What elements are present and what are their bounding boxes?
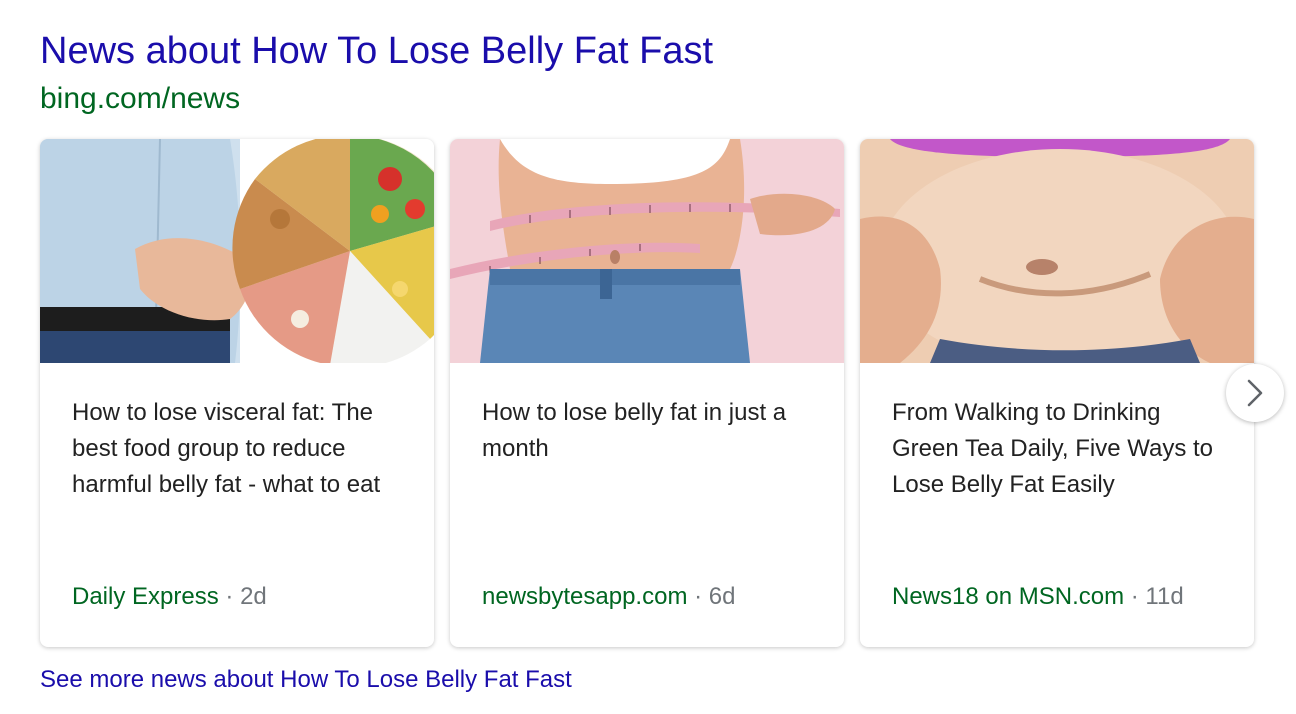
news-card-3-age: 11d [1145, 583, 1184, 610]
news-source-url: bing.com/news [40, 82, 241, 115]
news-card-3-meta: News18 on MSN.com · 11d [892, 581, 1184, 613]
chevron-right-icon [1247, 379, 1263, 407]
news-card-3-headline[interactable]: From Walking to Drinking Green Tea Daily… [892, 395, 1232, 503]
meta-separator: · [225, 583, 234, 610]
carousel-next-button[interactable] [1226, 364, 1284, 422]
news-card-2-source: newsbytesapp.com [482, 583, 688, 610]
news-card-1-source: Daily Express [72, 583, 219, 610]
news-card-2-meta: newsbytesapp.com · 6d [482, 581, 736, 613]
news-section-title[interactable]: News about How To Lose Belly Fat Fast [40, 28, 713, 74]
news-card-3[interactable]: From Walking to Drinking Green Tea Daily… [860, 139, 1254, 647]
news-card-3-source: News18 on MSN.com [892, 583, 1125, 610]
news-card-2-image [450, 139, 844, 363]
news-card-1-meta: Daily Express · 2d [72, 581, 267, 613]
news-card-1-image [40, 139, 434, 363]
news-card-2-age: 6d [708, 583, 736, 610]
news-card-1-headline[interactable]: How to lose visceral fat: The best food … [72, 395, 412, 503]
meta-separator: · [694, 583, 703, 610]
meta-separator: · [1130, 583, 1139, 610]
news-card-2-headline[interactable]: How to lose belly fat in just a month [482, 395, 822, 467]
news-card-2[interactable]: How to lose belly fat in just a month ne… [450, 139, 844, 647]
see-more-news-link[interactable]: See more news about How To Lose Belly Fa… [40, 664, 572, 696]
news-card-1[interactable]: How to lose visceral fat: The best food … [40, 139, 434, 647]
news-card-1-age: 2d [240, 583, 267, 610]
news-card-3-image [860, 139, 1254, 363]
